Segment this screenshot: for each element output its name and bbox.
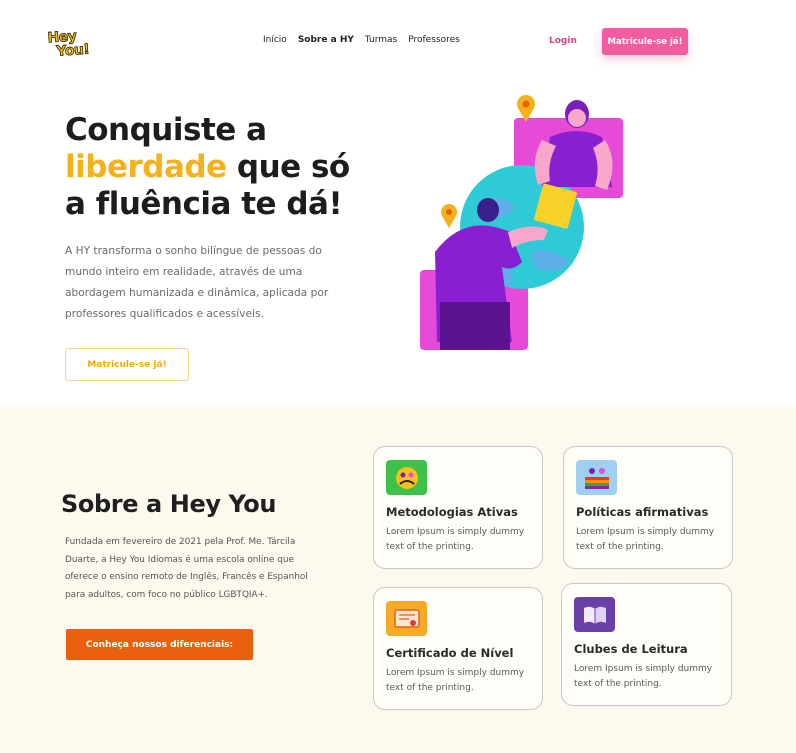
nav-item-turmas[interactable]: Turmas xyxy=(365,35,397,45)
feature-card-clubes: Clubes de Leitura Lorem Ipsum is simply … xyxy=(561,583,732,706)
differentials-button[interactable]: Conheça nossos diferenciais: xyxy=(66,629,253,660)
nav-item-professores[interactable]: Professores xyxy=(408,35,460,45)
feature-card-politicas: Políticas afirmativas Lorem Ipsum is sim… xyxy=(563,446,733,569)
hero-title-highlight: liberdade xyxy=(65,149,227,185)
hero-title-part2: que só xyxy=(236,149,350,185)
hero-description: A HY transforma o sonho bilíngue de pess… xyxy=(65,245,329,320)
logo-line2: You! xyxy=(55,41,91,60)
card-text: Lorem Ipsum is simply dummy text of the … xyxy=(386,668,525,693)
active-methods-icon xyxy=(386,460,427,495)
about-description: Fundada em fevereiro de 2021 pela Prof. … xyxy=(65,537,308,600)
login-link[interactable]: Login xyxy=(549,36,577,46)
main-nav: Início Sobre a HY Turmas Professores xyxy=(263,35,460,45)
nav-item-sobre[interactable]: Sobre a HY xyxy=(298,35,354,45)
card-title: Metodologias Ativas xyxy=(386,505,518,519)
hero-title: Conquiste a liberdade que só a fluência … xyxy=(65,112,365,223)
enroll-button-header[interactable]: Matricule-se já! xyxy=(602,28,688,55)
affirmative-policies-icon xyxy=(576,460,617,495)
feature-card-metodologias: Metodologias Ativas Lorem Ipsum is simpl… xyxy=(373,446,543,569)
enroll-button-hero[interactable]: Matricule-se já! xyxy=(65,348,189,381)
card-title: Certificado de Nível xyxy=(386,646,514,660)
card-text: Lorem Ipsum is simply dummy text of the … xyxy=(576,527,715,552)
hero-illustration xyxy=(420,95,623,350)
hero-title-part1: Conquiste a xyxy=(65,112,267,148)
book-club-icon xyxy=(574,597,615,632)
card-text: Lorem Ipsum is simply dummy text of the … xyxy=(574,664,713,689)
card-title: Clubes de Leitura xyxy=(574,642,688,656)
card-title: Políticas afirmativas xyxy=(576,505,709,519)
nav-item-inicio[interactable]: Início xyxy=(263,35,287,45)
feature-card-certificado: Certificado de Nível Lorem Ipsum is simp… xyxy=(373,587,543,710)
about-title: Sobre a Hey You xyxy=(61,490,277,518)
logo[interactable]: Hey You! xyxy=(47,28,94,64)
hero-title-part3: a fluência te dá! xyxy=(65,186,343,222)
card-text: Lorem Ipsum is simply dummy text of the … xyxy=(386,527,525,552)
certificate-icon xyxy=(386,601,427,636)
